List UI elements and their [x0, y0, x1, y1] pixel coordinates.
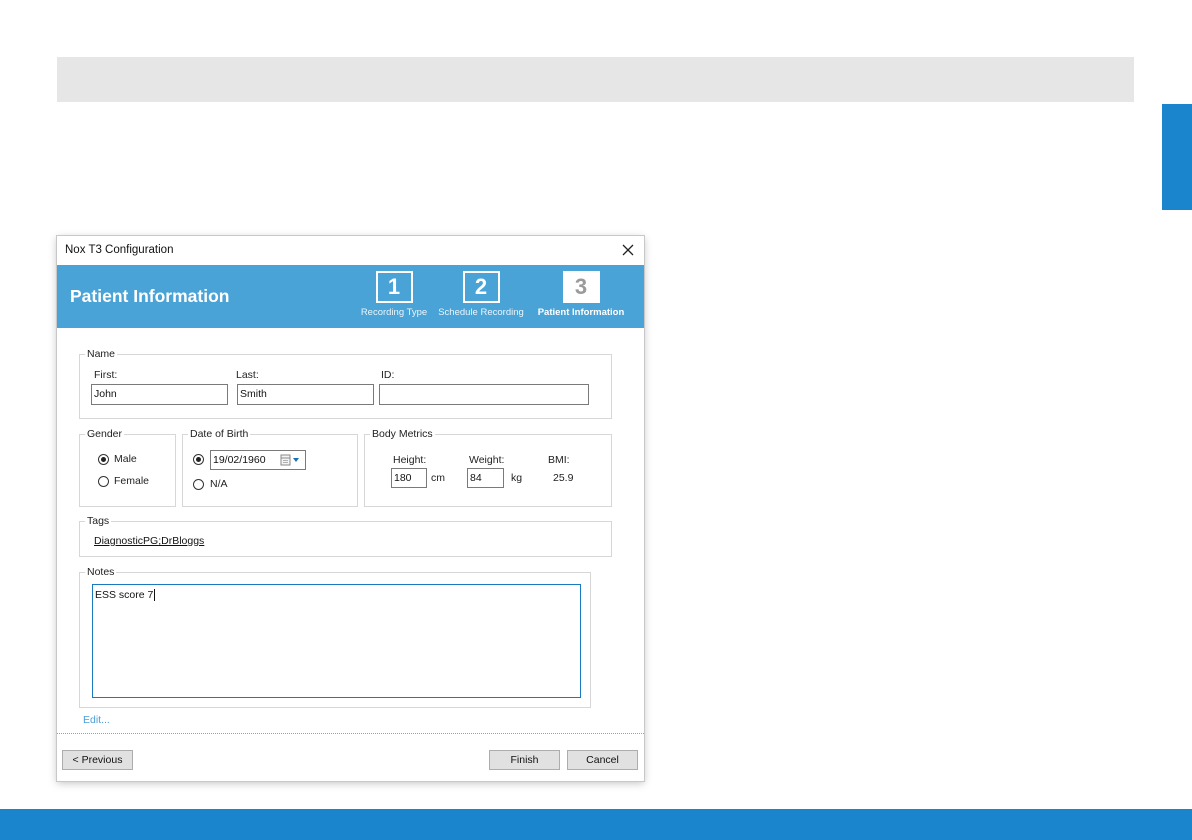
dob-legend: Date of Birth	[188, 428, 251, 440]
previous-button[interactable]: < Previous	[62, 750, 133, 770]
tags-group: Tags DiagnosticPG;DrBloggs	[79, 515, 612, 557]
name-group: Name First: John Last: Smith ID:	[79, 348, 612, 419]
step-number: 2	[462, 271, 500, 303]
tags-link[interactable]: DiagnosticPG;DrBloggs	[94, 535, 204, 547]
step-schedule-recording: 2 Schedule Recording	[435, 271, 527, 318]
notes-textarea[interactable]: ESS score 7	[92, 584, 581, 698]
gender-female-radio[interactable]	[98, 476, 109, 487]
first-name-label: First:	[94, 369, 118, 381]
step-recording-type: 1 Recording Type	[359, 271, 429, 318]
step-label: Schedule Recording	[438, 307, 524, 318]
dob-na-radio[interactable]	[193, 479, 204, 490]
gender-legend: Gender	[85, 428, 125, 440]
id-field[interactable]	[379, 384, 589, 405]
gender-group: Gender Male Female	[79, 428, 176, 507]
id-label: ID:	[381, 369, 395, 381]
gender-male-label[interactable]: Male	[114, 453, 137, 465]
step-number: 3	[562, 271, 600, 303]
dob-na-label[interactable]: N/A	[210, 478, 228, 490]
dialog-titlebar: Nox T3 Configuration	[57, 236, 644, 265]
calendar-icon[interactable]	[280, 452, 300, 468]
side-tab	[1162, 104, 1192, 210]
height-field[interactable]: 180	[391, 468, 427, 488]
dob-date-value: 19/02/1960	[213, 454, 266, 466]
step-number: 1	[375, 271, 413, 303]
edit-link[interactable]: Edit...	[83, 714, 110, 726]
weight-field[interactable]: 84	[467, 468, 504, 488]
weight-label: Weight:	[469, 454, 505, 466]
top-banner	[57, 57, 1134, 102]
height-label: Height:	[393, 454, 427, 466]
page-title: Patient Information	[70, 286, 230, 306]
last-name-field[interactable]: Smith	[237, 384, 374, 405]
finish-button[interactable]: Finish	[489, 750, 560, 770]
bmi-label: BMI:	[548, 454, 570, 466]
bottom-bar	[0, 809, 1192, 840]
footer-divider	[57, 733, 644, 734]
body-metrics-legend: Body Metrics	[370, 428, 435, 440]
step-label: Patient Information	[537, 307, 625, 318]
dob-date-radio[interactable]	[193, 454, 204, 465]
body-metrics-group: Body Metrics Height: 180 cm Weight: 84 k…	[364, 428, 612, 507]
notes-text: ESS score 7	[95, 589, 154, 601]
nox-config-dialog: Nox T3 Configuration Patient Information…	[57, 236, 644, 781]
height-unit: cm	[431, 472, 445, 484]
step-label: Recording Type	[360, 307, 428, 318]
close-icon[interactable]	[618, 240, 638, 260]
notes-legend: Notes	[85, 566, 117, 578]
date-of-birth-group: Date of Birth 19/02/1960 N/A	[182, 428, 358, 507]
first-name-field[interactable]: John	[91, 384, 228, 405]
text-cursor	[154, 589, 156, 601]
last-name-label: Last:	[236, 369, 259, 381]
cancel-button[interactable]: Cancel	[567, 750, 638, 770]
name-legend: Name	[85, 348, 118, 360]
dialog-title: Nox T3 Configuration	[65, 244, 174, 256]
bmi-value: 25.9	[553, 472, 574, 484]
gender-male-radio[interactable]	[98, 454, 109, 465]
gender-female-label[interactable]: Female	[114, 475, 149, 487]
step-patient-information: 3 Patient Information	[531, 271, 631, 318]
tags-legend: Tags	[85, 515, 112, 527]
wizard-header: Patient Information 1 Recording Type 2 S…	[57, 265, 644, 328]
notes-group: Notes ESS score 7	[79, 566, 591, 708]
weight-unit: kg	[511, 472, 523, 484]
